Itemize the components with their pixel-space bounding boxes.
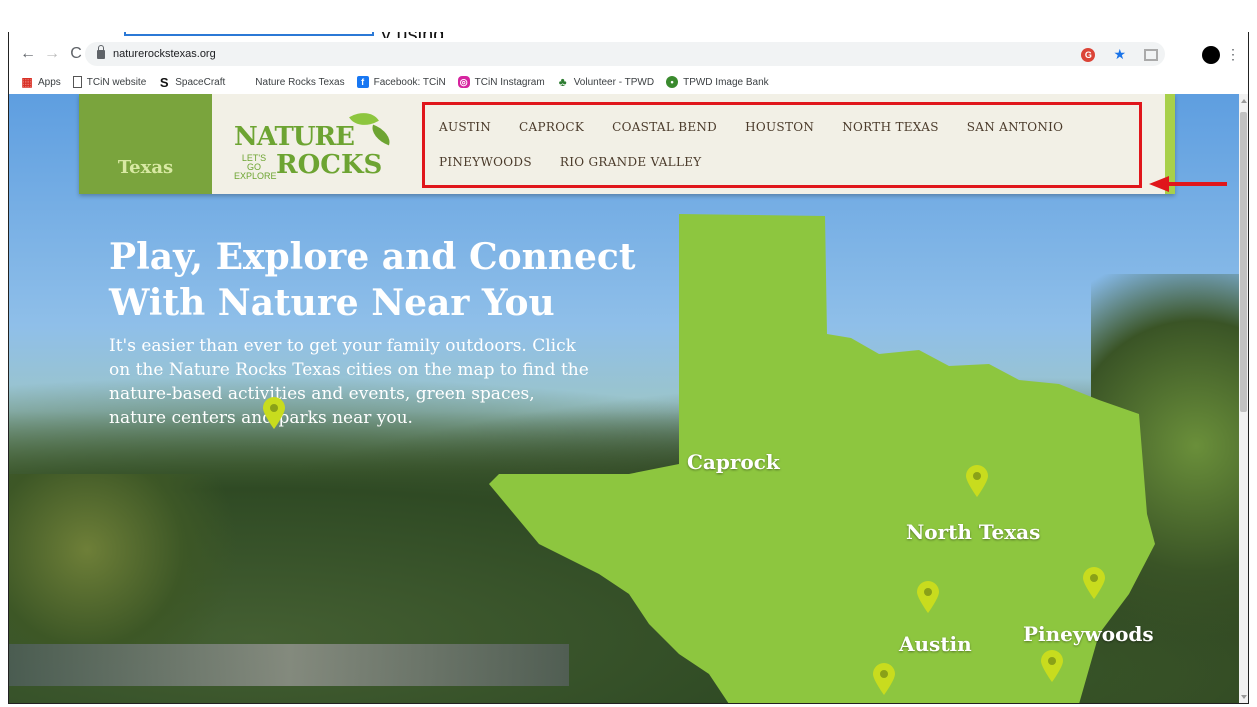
address-bar[interactable]: naturerockstexas.org xyxy=(85,42,1165,66)
nav-link-coastal-bend[interactable]: COASTAL BEND xyxy=(612,120,717,134)
nav-link-caprock[interactable]: CAPROCK xyxy=(519,120,584,134)
url-text: naturerockstexas.org xyxy=(113,48,216,60)
menu-kebab-icon[interactable]: ⋮ xyxy=(1226,46,1240,63)
leaf-icon: ♣ xyxy=(558,75,567,89)
bookmarks-bar: ▦ Apps TCiN website S SpaceCraft Nature Ro… xyxy=(9,72,1248,92)
bookmark-facebook-tcin[interactable]: f Facebook: TCiN xyxy=(356,76,446,88)
bookmark-tcin-website[interactable]: TCiN website xyxy=(72,76,146,88)
profile-avatar[interactable] xyxy=(1202,46,1220,64)
browser-toolbar: ← → C naturerockstexas.org G ★ ⋮ xyxy=(9,38,1248,70)
map-pin-icon-north-texas[interactable] xyxy=(964,464,990,498)
bookmark-spacecraft[interactable]: S SpaceCraft xyxy=(158,74,225,90)
website-viewport: Texas NATURE LET'S GO EXPLORE ROCKS AUST… xyxy=(9,94,1241,703)
forward-arrow-icon[interactable]: → xyxy=(41,43,63,65)
site-header: Texas NATURE LET'S GO EXPLORE ROCKS AUST… xyxy=(79,94,1175,194)
nature-rocks-logo[interactable]: NATURE LET'S GO EXPLORE ROCKS xyxy=(212,94,422,194)
logo-word-nature: NATURE xyxy=(234,122,355,152)
extension-g-icon[interactable]: G xyxy=(1081,47,1096,62)
scroll-thumb[interactable] xyxy=(1240,112,1247,412)
bookmark-apps[interactable]: ▦ Apps xyxy=(21,75,60,89)
logo-tagline: LET'S GO EXPLORE xyxy=(234,153,277,181)
reading-list-icon[interactable] xyxy=(1144,48,1158,61)
scroll-down-icon[interactable] xyxy=(1241,695,1247,699)
spacecraft-s-icon: S xyxy=(159,74,169,90)
document-icon xyxy=(72,76,82,88)
region-nav-highlighted: AUSTIN CAPROCK COASTAL BEND HOUSTON NORT… xyxy=(422,102,1142,188)
map-label-pineywoods[interactable]: Pineywoods xyxy=(1023,622,1154,646)
page-scrollbar[interactable] xyxy=(1239,94,1248,703)
bookmark-volunteer-tpwd[interactable]: ♣ Volunteer - TPWD xyxy=(557,75,654,89)
apps-grid-icon: ▦ xyxy=(21,75,33,89)
map-pin-icon-caprock[interactable] xyxy=(261,396,287,430)
lock-icon xyxy=(97,44,105,59)
background-trees-left xyxy=(9,474,269,664)
bookmark-tcin-instagram[interactable]: ◎ TCiN Instagram xyxy=(457,76,545,88)
map-label-north-texas[interactable]: North Texas xyxy=(906,520,1040,544)
logo-word-rocks: ROCKS xyxy=(276,150,383,180)
tpwd-icon: • xyxy=(666,76,679,88)
nav-link-pineywoods[interactable]: PINEYWOODS xyxy=(439,155,532,169)
bookmark-star-icon[interactable]: ★ xyxy=(1113,46,1126,63)
reload-icon[interactable]: C xyxy=(65,43,87,65)
nav-link-houston[interactable]: HOUSTON xyxy=(745,120,814,134)
bookmark-nature-rocks-texas[interactable]: Nature Rocks Texas xyxy=(255,77,344,88)
nav-link-san-antonio[interactable]: SAN ANTONIO xyxy=(967,120,1064,134)
nav-link-north-texas[interactable]: NORTH TEXAS xyxy=(842,120,939,134)
state-tab[interactable]: Texas xyxy=(79,94,212,194)
arrow-shaft xyxy=(1167,182,1227,186)
facebook-icon: f xyxy=(356,76,369,88)
screenshot-frame: y using ← → C naturerockstexas.org G ★ ⋮… xyxy=(8,32,1249,704)
red-arrow-annotation xyxy=(1149,176,1229,192)
map-label-caprock[interactable]: Caprock xyxy=(687,450,780,474)
nav-link-austin[interactable]: AUSTIN xyxy=(439,120,491,134)
arrow-head xyxy=(1149,176,1169,192)
omnibox-actions: G ★ xyxy=(1081,46,1158,63)
logo-leaf-icon-2 xyxy=(368,124,394,146)
map-pin-icon-houston[interactable] xyxy=(1039,649,1065,683)
map-pin-icon-san-antonio[interactable] xyxy=(871,662,897,696)
map-pin-icon-austin[interactable] xyxy=(915,580,941,614)
bookmark-tpwd-image-bank[interactable]: • TPWD Image Bank xyxy=(666,76,769,88)
back-arrow-icon[interactable]: ← xyxy=(17,43,39,65)
state-label: Texas xyxy=(117,157,174,178)
map-pin-icon-pineywoods[interactable] xyxy=(1081,566,1107,600)
scroll-up-icon[interactable] xyxy=(1241,99,1247,103)
instagram-icon: ◎ xyxy=(457,76,470,88)
nav-link-rio-grande-valley[interactable]: RIO GRANDE VALLEY xyxy=(560,155,702,169)
top-link-underline xyxy=(124,32,374,36)
map-label-austin[interactable]: Austin xyxy=(899,632,972,656)
